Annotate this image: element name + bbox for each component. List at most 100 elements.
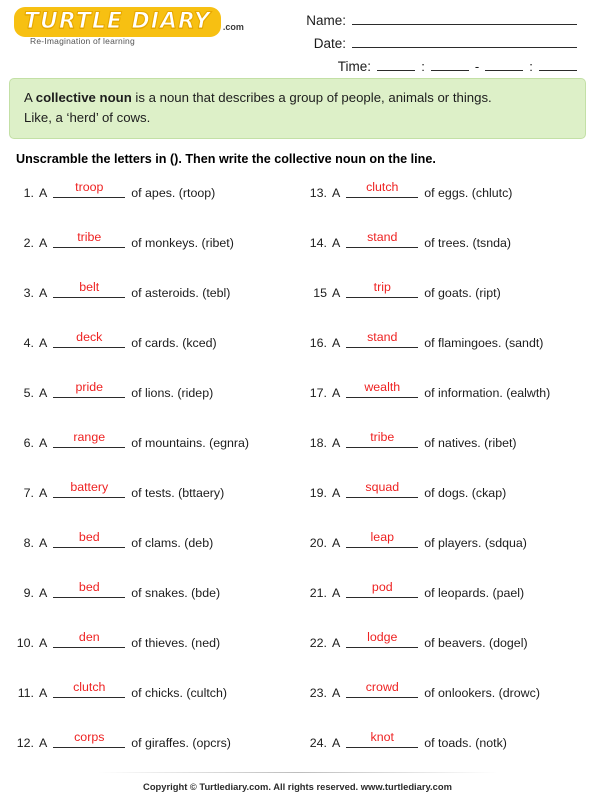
question-row: 2. Atribe of monkeys. (ribet)	[10, 228, 297, 278]
turtle-diary-logo-icon: TURTLE DIARY	[14, 7, 221, 37]
question-number: 5.	[23, 385, 34, 400]
answer-blank[interactable]: lodge	[346, 628, 419, 649]
questions-column-right: 13. Aclutch of eggs. (chlutc) 14. Astand of t…	[297, 178, 594, 778]
name-field-row: Name:	[224, 12, 577, 28]
question-number: 9.	[23, 585, 34, 600]
question-article: A	[39, 535, 48, 550]
question-text: of thieves. (ned)	[131, 635, 221, 650]
answer-blank[interactable]: tribe	[346, 428, 419, 449]
copyright-notice: Copyright © Turtlediary.com. All rights …	[143, 781, 452, 792]
question-text: of eggs. (chlutc)	[424, 185, 513, 200]
question-row: 10. Aden of thieves. (ned)	[10, 628, 297, 678]
definition-example: Like, a ‘herd’ of cows.	[24, 109, 151, 125]
answer-text: lodge	[367, 629, 398, 644]
question-article: A	[39, 285, 48, 300]
question-row: 8. Abed of clams. (deb)	[10, 528, 297, 578]
question-number: 16.	[309, 335, 327, 350]
question-article: A	[39, 685, 48, 700]
footer-divider	[97, 772, 498, 773]
date-input-line[interactable]	[352, 35, 577, 48]
question-row: 17. Awealth of information. (ealwth)	[303, 378, 594, 428]
answer-blank[interactable]: range	[53, 428, 126, 449]
question-article: A	[332, 685, 341, 700]
student-info-fields: Name: Date: Time: : - :	[224, 6, 585, 81]
question-article: A	[332, 485, 341, 500]
question-row: 4. Adeck of cards. (kced)	[10, 328, 297, 378]
answer-blank[interactable]: den	[53, 628, 126, 649]
answer-blank[interactable]: pride	[53, 378, 126, 399]
answer-text: tribe	[370, 429, 395, 444]
answer-blank[interactable]: battery	[53, 478, 126, 499]
answer-blank[interactable]: tribe	[53, 228, 126, 249]
answer-blank[interactable]: bed	[53, 578, 126, 599]
question-text: of monkeys. (ribet)	[131, 235, 234, 250]
time-end-minute-line[interactable]	[539, 58, 577, 71]
time-start-minute-line[interactable]	[431, 58, 469, 71]
answer-blank[interactable]: knot	[346, 728, 419, 749]
time-separator-2: -	[474, 59, 480, 74]
question-text: of dogs. (ckap)	[424, 485, 507, 500]
question-text: of leopards. (pael)	[424, 585, 525, 600]
answer-blank[interactable]: corps	[53, 728, 126, 749]
question-number: 13.	[309, 185, 327, 200]
answer-blank[interactable]: troop	[53, 178, 126, 199]
name-input-line[interactable]	[352, 12, 577, 25]
answer-blank[interactable]: clutch	[346, 178, 419, 199]
question-article: A	[39, 585, 48, 600]
date-label: Date:	[313, 36, 346, 51]
answer-blank[interactable]: pod	[346, 578, 419, 599]
question-text: of trees. (tsnda)	[424, 235, 512, 250]
answer-blank[interactable]: wealth	[346, 378, 419, 399]
question-text: of mountains. (egnra)	[131, 435, 250, 450]
answer-text: bed	[78, 529, 100, 544]
question-number: 8.	[23, 535, 34, 550]
question-number: 20.	[309, 535, 327, 550]
answer-text: belt	[79, 279, 100, 294]
answer-text: wealth	[364, 379, 401, 394]
answer-text: trip	[373, 279, 391, 294]
question-text: of flamingoes. (sandt)	[424, 335, 544, 350]
answer-text: clutch	[366, 179, 399, 194]
question-text: of lions. (ridep)	[131, 385, 214, 400]
question-row: 24. Aknot of toads. (notk)	[303, 728, 594, 778]
time-start-hour-line[interactable]	[377, 58, 415, 71]
definition-body: is a noun that describes a group of peop…	[135, 90, 492, 105]
question-text: of asteroids. (tebl)	[131, 285, 231, 300]
question-article: A	[332, 335, 341, 350]
page-header: TURTLE DIARY .com Re-Imagination of lear…	[0, 0, 595, 76]
question-number: 11.	[17, 685, 34, 700]
answer-text: range	[73, 429, 106, 444]
answer-blank[interactable]: belt	[53, 278, 126, 299]
answer-text: pod	[371, 579, 393, 594]
question-text: of beavers. (dogel)	[424, 635, 528, 650]
answer-blank[interactable]: stand	[346, 328, 419, 349]
question-text: of snakes. (bde)	[131, 585, 221, 600]
answer-text: stand	[367, 229, 398, 244]
question-row: 3. Abelt of asteroids. (tebl)	[10, 278, 297, 328]
question-number: 12.	[16, 735, 34, 750]
question-row: 6. Arange of mountains. (egnra)	[10, 428, 297, 478]
answer-blank[interactable]: crowd	[346, 678, 419, 699]
answer-blank[interactable]: trip	[346, 278, 419, 299]
question-number: 3.	[23, 285, 34, 300]
question-number: 18.	[309, 435, 327, 450]
question-row: 22. Alodge of beavers. (dogel)	[303, 628, 594, 678]
answer-blank[interactable]: squad	[346, 478, 419, 499]
question-number: 6.	[23, 435, 34, 450]
answer-blank[interactable]: clutch	[53, 678, 126, 699]
question-text: of goats. (ript)	[424, 285, 501, 300]
answer-blank[interactable]: deck	[53, 328, 126, 349]
answer-blank[interactable]: stand	[346, 228, 419, 249]
question-article: A	[39, 485, 48, 500]
question-article: A	[332, 185, 341, 200]
definition-term: collective noun	[35, 90, 132, 105]
question-number: 22.	[309, 635, 327, 650]
question-number: 7.	[23, 485, 34, 500]
time-end-hour-line[interactable]	[485, 58, 523, 71]
answer-blank[interactable]: bed	[53, 528, 126, 549]
question-article: A	[332, 285, 341, 300]
answer-text: troop	[75, 179, 104, 194]
question-number: 23.	[309, 685, 327, 700]
question-row: 13. Aclutch of eggs. (chlutc)	[303, 178, 594, 228]
answer-blank[interactable]: leap	[346, 528, 419, 549]
